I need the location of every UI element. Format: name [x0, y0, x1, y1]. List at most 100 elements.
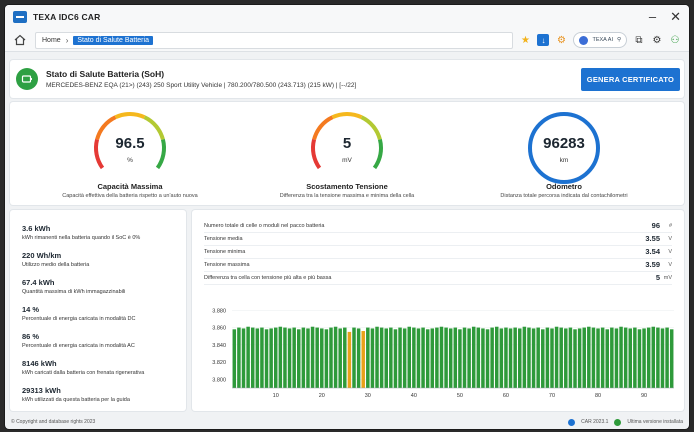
cell-bar[interactable] [536, 327, 540, 388]
cell-bar[interactable] [522, 326, 527, 388]
cell-bar[interactable] [481, 328, 485, 388]
cell-bar[interactable] [605, 329, 609, 388]
cell-bar[interactable] [490, 327, 494, 388]
cell-bar[interactable] [416, 328, 421, 388]
cell-bar[interactable] [407, 326, 412, 388]
cell-bar[interactable] [444, 327, 448, 388]
cell-bar[interactable] [361, 331, 365, 388]
cell-bar[interactable] [596, 328, 600, 388]
cell-bar[interactable] [513, 327, 517, 388]
cell-bar[interactable] [541, 329, 545, 388]
cell-bar[interactable] [356, 328, 361, 388]
cell-bar[interactable] [421, 327, 425, 388]
cell-bar[interactable] [651, 326, 656, 388]
cell-bar[interactable] [347, 331, 352, 388]
cell-bar[interactable] [637, 329, 642, 388]
cell-bar[interactable] [559, 327, 563, 388]
breadcrumb-current[interactable]: Stato di Salute Batteria [73, 35, 153, 45]
cell-bar[interactable] [379, 327, 384, 388]
cell-bar[interactable] [273, 327, 278, 388]
download-icon[interactable]: ↓ [537, 34, 550, 46]
cell-bar[interactable] [642, 328, 646, 388]
cell-bar[interactable] [269, 328, 273, 388]
generate-certificate-button[interactable]: GENERA CERTIFICATO [580, 67, 680, 91]
close-icon[interactable]: ✕ [670, 10, 681, 23]
cell-bar[interactable] [283, 327, 287, 388]
cell-bar[interactable] [338, 328, 342, 388]
cell-bar[interactable] [550, 328, 554, 388]
cell-bar[interactable] [600, 327, 605, 388]
cell-bar[interactable] [610, 327, 614, 388]
cell-bar[interactable] [384, 328, 388, 388]
cell-bar[interactable] [320, 328, 324, 388]
cell-bar[interactable] [587, 326, 591, 388]
cell-bar[interactable] [412, 327, 416, 388]
cell-bar[interactable] [504, 327, 508, 388]
user-menu[interactable]: TEXA AI ⚲ [573, 32, 627, 48]
cell-bar[interactable] [591, 327, 596, 388]
cell-bar[interactable] [398, 327, 402, 388]
cell-bar[interactable] [292, 327, 296, 388]
cell-bar[interactable] [329, 327, 333, 388]
cell-bar[interactable] [471, 326, 476, 388]
cell-bar[interactable] [264, 329, 269, 388]
cell-bar[interactable] [669, 329, 674, 388]
cell-bar[interactable] [297, 329, 301, 388]
cell-bar[interactable] [527, 327, 531, 388]
cell-bar[interactable] [508, 328, 513, 388]
gear-icon[interactable]: ⚙ [651, 34, 663, 46]
settings-orange-icon[interactable]: ⚙ [555, 34, 567, 46]
cell-bar[interactable] [237, 327, 241, 388]
cell-bar[interactable] [241, 328, 246, 388]
cell-bar[interactable] [430, 328, 435, 388]
cell-bar[interactable] [656, 327, 660, 388]
cell-bar[interactable] [306, 328, 310, 388]
cell-bar[interactable] [660, 328, 665, 388]
cell-bar[interactable] [582, 327, 586, 388]
cell-bar[interactable] [439, 326, 444, 388]
version-label[interactable]: CAR 2023.1 [581, 419, 608, 425]
home-icon[interactable] [13, 33, 27, 47]
cell-bar[interactable] [568, 327, 573, 388]
cell-bar[interactable] [476, 327, 481, 388]
cell-bar[interactable] [619, 326, 623, 388]
cell-bar[interactable] [467, 328, 471, 388]
cell-bar[interactable] [573, 329, 577, 388]
cell-bar[interactable] [255, 328, 260, 388]
copy-icon[interactable]: ⧉ [633, 34, 645, 46]
cell-bar[interactable] [402, 328, 407, 388]
cell-bar[interactable] [375, 326, 379, 388]
cell-bar[interactable] [246, 326, 250, 388]
cell-bar[interactable] [458, 329, 462, 388]
cell-bar[interactable] [545, 327, 550, 388]
cell-bar[interactable] [393, 329, 398, 388]
cell-bar[interactable] [531, 328, 536, 388]
cell-bar[interactable] [333, 326, 338, 388]
user-settings-icon[interactable]: ⚇ [669, 34, 681, 46]
cell-bar[interactable] [577, 328, 582, 388]
cell-bar[interactable] [518, 328, 522, 388]
star-icon[interactable]: ★ [519, 34, 531, 46]
cell-bar[interactable] [462, 327, 467, 388]
cell-bar[interactable] [370, 328, 375, 388]
cell-bar[interactable] [287, 328, 292, 388]
cell-bar[interactable] [310, 326, 315, 388]
cell-bar[interactable] [564, 328, 568, 388]
cell-bar[interactable] [315, 327, 319, 388]
cell-bar[interactable] [250, 327, 255, 388]
cell-bar[interactable] [453, 327, 458, 388]
cell-bar[interactable] [435, 327, 439, 388]
cell-bar[interactable] [232, 329, 237, 388]
cell-bar[interactable] [499, 328, 504, 388]
cell-bar[interactable] [623, 327, 628, 388]
cell-bar[interactable] [494, 326, 499, 388]
cell-bar[interactable] [554, 326, 559, 388]
cell-bar[interactable] [389, 327, 393, 388]
cell-bar[interactable] [324, 329, 329, 388]
cell-bar[interactable] [278, 326, 283, 388]
cell-bar[interactable] [366, 327, 370, 388]
cell-bar[interactable] [485, 329, 490, 388]
cell-bar[interactable] [628, 328, 633, 388]
cell-bar[interactable] [260, 327, 264, 388]
cell-bar[interactable] [448, 328, 453, 388]
